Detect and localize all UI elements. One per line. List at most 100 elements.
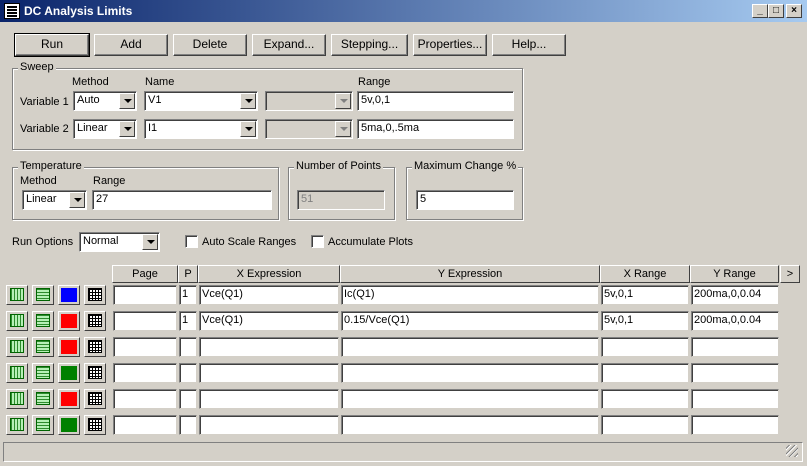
cell-x-range[interactable] <box>601 415 689 435</box>
cell-x-expr[interactable] <box>199 363 339 383</box>
variable2-range-input[interactable]: 5ma,0,.5ma <box>357 119 514 139</box>
title-bar[interactable]: DC Analysis Limits _ □ × <box>0 0 807 22</box>
plot-horizontal-grid-button[interactable] <box>32 285 54 305</box>
variable1-method-select[interactable]: Auto <box>73 91 137 111</box>
minimize-button[interactable]: _ <box>752 4 768 18</box>
accumulate-checkbox[interactable] <box>311 235 324 248</box>
curve-color-button[interactable] <box>58 389 80 409</box>
expand-button-label: Expand... <box>263 37 315 51</box>
plot-horizontal-grid-button[interactable] <box>32 415 54 435</box>
close-button[interactable]: × <box>786 4 802 18</box>
temperature-range-input[interactable]: 27 <box>92 190 272 210</box>
curve-properties-button[interactable] <box>84 389 106 409</box>
curve-color-button[interactable] <box>58 311 80 331</box>
plot-horizontal-grid-button[interactable] <box>32 311 54 331</box>
cell-x-range[interactable]: 5v,0,1 <box>601 311 689 331</box>
temperature-method-select[interactable]: Linear <box>22 190 87 210</box>
run-options-select[interactable]: Normal <box>79 232 160 252</box>
curve-color-button[interactable] <box>58 415 80 435</box>
cell-x-expr[interactable]: Vce(Q1) <box>199 285 339 305</box>
auto-scale-checkbox[interactable] <box>185 235 198 248</box>
cell-x-expr[interactable] <box>199 337 339 357</box>
cell-x-range[interactable] <box>601 363 689 383</box>
cell-x-expr[interactable] <box>199 415 339 435</box>
cell-y-expr[interactable] <box>341 363 599 383</box>
cell-y-expr[interactable] <box>341 337 599 357</box>
status-bar <box>3 442 803 462</box>
plot-vertical-grid-button[interactable] <box>6 363 28 383</box>
cell-y-expr[interactable] <box>341 415 599 435</box>
cell-y-expr[interactable]: 0.15/Vce(Q1) <box>341 311 599 331</box>
header-y-range[interactable]: Y Range <box>690 265 779 283</box>
maximize-button[interactable]: □ <box>768 4 784 18</box>
cell-page[interactable] <box>113 285 177 305</box>
header-x-expression[interactable]: X Expression <box>198 265 340 283</box>
cell-y-expr[interactable]: Ic(Q1) <box>341 285 599 305</box>
expand-button[interactable]: Expand... <box>252 34 326 56</box>
horizontal-lines-icon <box>36 314 50 327</box>
plot-horizontal-grid-button[interactable] <box>32 337 54 357</box>
cell-y-range[interactable]: 200ma,0,0.04 <box>691 311 779 331</box>
color-swatch <box>61 418 77 432</box>
cell-page[interactable] <box>113 389 177 409</box>
cell-page[interactable] <box>113 337 177 357</box>
plot-horizontal-grid-button[interactable] <box>32 389 54 409</box>
cell-p[interactable]: 1 <box>179 285 197 305</box>
cell-page[interactable] <box>113 363 177 383</box>
cell-y-range[interactable] <box>691 415 779 435</box>
chevron-down-icon <box>240 93 256 109</box>
run-button[interactable]: Run <box>14 33 90 57</box>
header-y-expression[interactable]: Y Expression <box>340 265 600 283</box>
maxchange-input[interactable]: 5 <box>416 190 514 210</box>
plot-vertical-grid-button[interactable] <box>6 337 28 357</box>
cell-x-expr[interactable]: Vce(Q1) <box>199 311 339 331</box>
vertical-lines-icon <box>10 314 24 327</box>
cell-p[interactable] <box>179 363 197 383</box>
curve-color-button[interactable] <box>58 363 80 383</box>
cell-y-range[interactable] <box>691 363 779 383</box>
header-more-button[interactable]: > <box>780 265 800 283</box>
cell-p[interactable] <box>179 415 197 435</box>
cell-x-expr[interactable] <box>199 389 339 409</box>
cell-x-range[interactable] <box>601 389 689 409</box>
variable1-range-input[interactable]: 5v,0,1 <box>357 91 514 111</box>
stepping-button[interactable]: Stepping... <box>331 34 408 56</box>
curve-properties-button[interactable] <box>84 285 106 305</box>
variable2-method-value: Linear <box>77 122 108 134</box>
resize-grip-icon[interactable] <box>786 445 798 457</box>
curve-properties-button[interactable] <box>84 337 106 357</box>
plot-vertical-grid-button[interactable] <box>6 389 28 409</box>
curve-color-button[interactable] <box>58 285 80 305</box>
plot-horizontal-grid-button[interactable] <box>32 363 54 383</box>
curve-properties-button[interactable] <box>84 415 106 435</box>
cell-y-expr[interactable] <box>341 389 599 409</box>
plot-vertical-grid-button[interactable] <box>6 285 28 305</box>
cell-x-range[interactable] <box>601 337 689 357</box>
plot-vertical-grid-button[interactable] <box>6 311 28 331</box>
cell-y-range[interactable]: 200ma,0,0.04 <box>691 285 779 305</box>
cell-x-range[interactable]: 5v,0,1 <box>601 285 689 305</box>
plot-vertical-grid-button[interactable] <box>6 415 28 435</box>
help-button[interactable]: Help... <box>492 34 566 56</box>
header-x-range[interactable]: X Range <box>600 265 690 283</box>
add-button[interactable]: Add <box>94 34 168 56</box>
header-p[interactable]: P <box>178 265 198 283</box>
variable2-name-select[interactable]: I1 <box>144 119 258 139</box>
cell-p[interactable] <box>179 337 197 357</box>
properties-button[interactable]: Properties... <box>413 34 487 56</box>
delete-button[interactable]: Delete <box>173 34 247 56</box>
curve-properties-button[interactable] <box>84 311 106 331</box>
cell-y-range[interactable] <box>691 337 779 357</box>
cell-page[interactable] <box>113 415 177 435</box>
cell-p[interactable]: 1 <box>179 311 197 331</box>
curve-color-button[interactable] <box>58 337 80 357</box>
variable1-name-select[interactable]: V1 <box>144 91 258 111</box>
variable2-method-select[interactable]: Linear <box>73 119 137 139</box>
horizontal-lines-icon <box>36 392 50 405</box>
cell-y-range[interactable] <box>691 389 779 409</box>
cell-page[interactable] <box>113 311 177 331</box>
cell-p[interactable] <box>179 389 197 409</box>
header-page[interactable]: Page <box>112 265 178 283</box>
chevron-down-icon <box>142 234 158 250</box>
curve-properties-button[interactable] <box>84 363 106 383</box>
